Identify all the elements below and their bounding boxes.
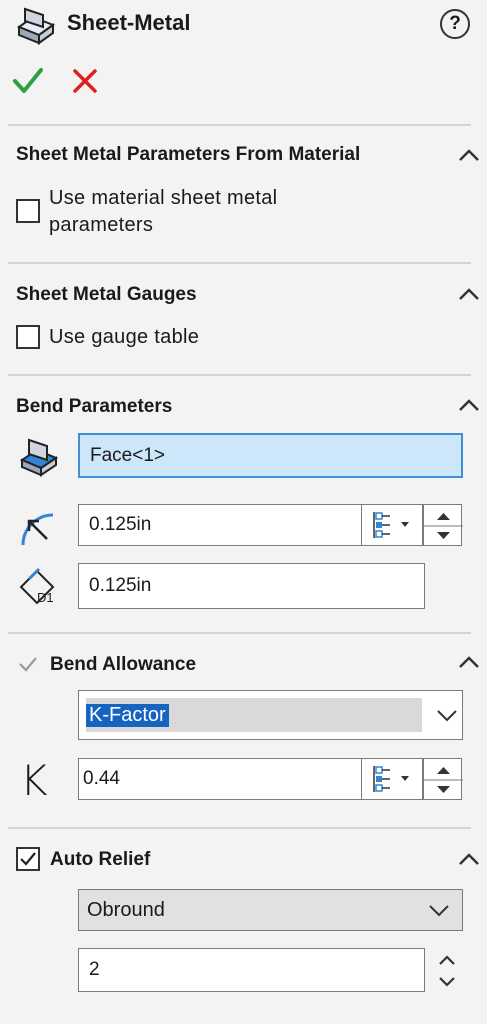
bend-radius-input[interactable]: 0.125in xyxy=(78,504,362,546)
k-factor-spin-buttons[interactable] xyxy=(423,758,463,800)
checkbox-label-line1: Use material sheet metal xyxy=(49,187,278,209)
collapse-gauges-chevron-up-icon[interactable] xyxy=(456,284,482,304)
fixed-face-icon xyxy=(17,433,62,478)
chevron-down-icon xyxy=(429,905,449,917)
checkmark-icon xyxy=(13,68,43,93)
collapse-auto-relief-chevron-up-icon[interactable] xyxy=(456,849,482,869)
section-title-gauges: Sheet Metal Gauges xyxy=(16,284,197,305)
k-factor-equation-menu-button[interactable] xyxy=(361,758,423,800)
thickness-input[interactable]: 0.125in xyxy=(78,563,425,609)
chevron-down-icon xyxy=(437,710,457,722)
sheet-metal-feature-icon xyxy=(13,5,59,45)
bend-allowance-checkbox[interactable] xyxy=(16,652,40,676)
divider xyxy=(8,124,471,126)
svg-text:D1: D1 xyxy=(37,590,54,605)
relief-ratio-input[interactable]: 2 xyxy=(78,948,425,992)
use-material-params-label: Use material sheet metal parameters xyxy=(49,185,277,239)
section-title-bend-params: Bend Parameters xyxy=(16,396,173,417)
use-gauge-table-label: Use gauge table xyxy=(49,326,200,348)
collapse-bend-allowance-chevron-up-icon[interactable] xyxy=(456,652,482,672)
relief-ratio-spin-buttons[interactable] xyxy=(432,948,462,994)
cancel-button[interactable] xyxy=(70,66,100,96)
section-title-bend-allowance: Bend Allowance xyxy=(50,654,197,675)
divider xyxy=(8,374,471,376)
equation-tree-icon xyxy=(373,512,409,538)
use-gauge-table-checkbox[interactable] xyxy=(16,325,40,349)
ok-button[interactable] xyxy=(12,66,44,96)
help-button[interactable]: ? xyxy=(440,9,470,39)
equation-tree-icon xyxy=(373,766,409,792)
collapse-bend-params-chevron-up-icon[interactable] xyxy=(456,395,482,415)
divider xyxy=(8,262,471,264)
radius-equation-menu-button[interactable] xyxy=(361,504,423,546)
bend-allowance-type-select[interactable]: K-Factor xyxy=(78,690,463,740)
page-title: Sheet-Metal xyxy=(67,10,191,35)
checkmark-icon xyxy=(20,852,36,866)
divider xyxy=(8,632,471,634)
checkmark-icon xyxy=(19,657,37,672)
k-factor-icon: K xyxy=(20,756,48,805)
bend-radius-icon xyxy=(17,505,62,550)
thickness-icon: D1 xyxy=(17,565,62,610)
relief-type-selected: Obround xyxy=(87,898,165,921)
use-material-params-checkbox[interactable] xyxy=(16,199,40,223)
section-title-auto-relief: Auto Relief xyxy=(50,849,151,870)
k-factor-input[interactable]: 0.44 xyxy=(78,758,362,800)
close-icon xyxy=(73,69,97,93)
bend-allowance-type-selected: K-Factor xyxy=(86,698,422,732)
fixed-face-selection-field[interactable]: Face<1> xyxy=(78,433,463,478)
checkbox-label-line2: parameters xyxy=(49,214,154,236)
auto-relief-checkbox[interactable] xyxy=(16,847,40,871)
radius-spin-buttons[interactable] xyxy=(423,504,463,546)
divider xyxy=(8,827,471,829)
section-title-material: Sheet Metal Parameters From Material xyxy=(16,144,361,165)
collapse-material-chevron-up-icon[interactable] xyxy=(456,145,482,165)
relief-type-select[interactable]: Obround xyxy=(78,889,463,931)
